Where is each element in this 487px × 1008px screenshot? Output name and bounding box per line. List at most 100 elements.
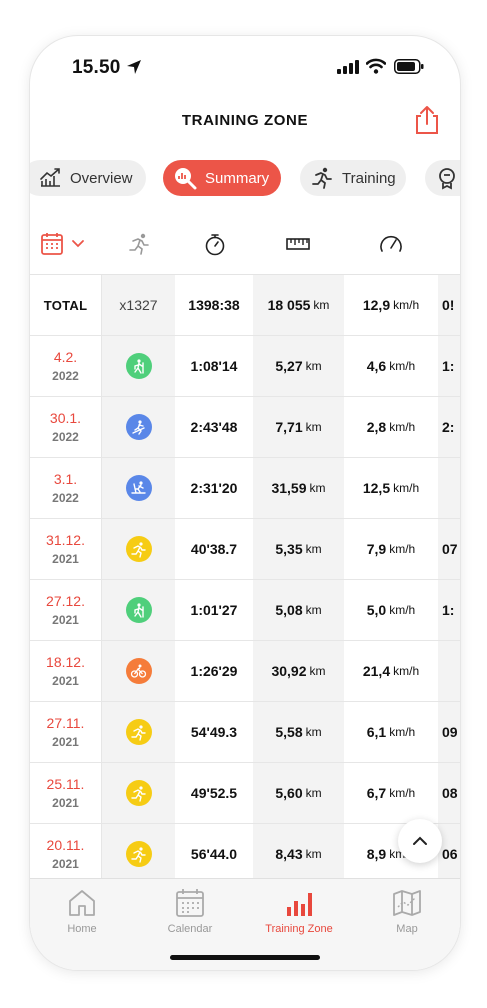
bottom-navigation: Home Calendar Training Zone Map (30, 878, 460, 970)
tab-training-label: Training (342, 169, 396, 187)
row-speed: 12,5 km/h (362, 480, 420, 496)
row-duration: 54'49.3 (190, 724, 238, 740)
status-bar: 15.50 (30, 36, 460, 100)
table-row[interactable]: 3.1. 2022 2:31'20 31,59 km 12,5 km/h (30, 458, 460, 519)
row-date: 30.1. 2022 (30, 397, 102, 457)
map-icon (393, 890, 421, 916)
row-activity (102, 336, 175, 396)
table-row[interactable]: 18.12. 2021 1:26'29 30,92 km 21,4 km/h (30, 641, 460, 702)
cycling-icon (125, 658, 152, 684)
table-row[interactable]: 31.12. 2021 40'38.7 5,35 km 7,9 km/h 07 (30, 519, 460, 580)
row-date: 31.12. 2021 (30, 519, 102, 579)
share-icon[interactable] (413, 105, 441, 135)
tab-overview-label: Overview (70, 169, 133, 187)
total-duration: 1398:38 (188, 297, 240, 313)
table-row[interactable]: 4.2. 2022 1:08'14 5,27 km 4,6 km/h 1: (30, 336, 460, 397)
row-distance: 31,59 km (253, 458, 344, 518)
row-speed: 2,8 km/h (366, 419, 416, 435)
total-distance: 18 055 km (253, 275, 344, 335)
table-row[interactable]: 25.11. 2021 49'52.5 5,60 km 6,7 km/h 08 (30, 763, 460, 824)
nav-home-label: Home (67, 923, 97, 935)
nav-map-label: Map (396, 923, 418, 935)
running-icon (125, 780, 152, 806)
tab-summary[interactable]: Summary (163, 160, 281, 196)
home-indicator (170, 955, 320, 960)
row-distance: 5,60 km (253, 763, 344, 823)
wifi-icon (366, 58, 386, 74)
nav-home[interactable]: Home (37, 887, 127, 935)
row-duration: 2:31'20 (190, 480, 238, 496)
total-count: x1327 (102, 275, 175, 335)
row-duration: 49'52.5 (190, 785, 238, 801)
row-date: 27.11. 2021 (30, 702, 102, 762)
row-activity (102, 580, 175, 640)
calendar-icon (176, 889, 204, 917)
row-distance: 5,58 km (253, 702, 344, 762)
row-activity (102, 763, 175, 823)
row-speed: 6,1 km/h (366, 724, 416, 740)
ruler-icon[interactable] (285, 231, 311, 257)
stopwatch-icon[interactable] (202, 231, 228, 257)
phone-frame: 15.50 TRAINING ZONE Overview Summary Tra… (30, 36, 460, 970)
row-date: 25.11. 2021 (30, 763, 102, 823)
calendar-icon[interactable] (40, 231, 66, 257)
table-row[interactable]: 20.11.2021 56'44.0 8,43km 8,9km/h 06 (30, 824, 460, 878)
column-header-icons (30, 226, 460, 260)
row-activity (102, 824, 175, 878)
row-date: 18.12. 2021 (30, 641, 102, 701)
total-row: TOTAL x1327 1398:38 18 055 km 12,9 km/h 0! (30, 275, 460, 336)
row-next-column: 06 (438, 824, 460, 878)
bar-chart-icon (287, 893, 312, 916)
skiing-icon (125, 414, 152, 440)
running-icon (125, 719, 152, 745)
row-date: 20.11. 2021 (30, 824, 102, 878)
chevron-down-icon[interactable] (70, 231, 86, 257)
row-speed: 5,0 km/h (366, 602, 416, 618)
medal-icon (439, 168, 455, 190)
total-speed: 12,9 km/h (362, 297, 420, 313)
table-row[interactable]: 30.1. 2022 2:43'48 7,71 km 2,8 km/h 2: (30, 397, 460, 458)
row-distance: 30,92 km (253, 641, 344, 701)
row-activity (102, 641, 175, 701)
row-next-column: 07 (438, 519, 460, 579)
row-date: 27.12. 2021 (30, 580, 102, 640)
row-next-column: 09 (438, 702, 460, 762)
row-activity (102, 458, 175, 518)
speedometer-icon[interactable] (378, 231, 404, 257)
page-title: TRAINING ZONE (181, 112, 309, 129)
nav-map[interactable]: Map (362, 887, 452, 935)
cross-country-skiing-icon (125, 475, 152, 501)
row-next-column (438, 641, 460, 701)
row-speed: 21,4 km/h (362, 663, 420, 679)
row-speed: 6,7 km/h (366, 785, 416, 801)
row-next-column: 08 (438, 763, 460, 823)
tab-summary-label: Summary (205, 169, 270, 187)
table-row[interactable]: 27.11. 2021 54'49.3 5,58 km 6,1 km/h 09 (30, 702, 460, 763)
scroll-to-top-button[interactable] (398, 819, 442, 863)
table-row[interactable]: 27.12. 2021 1:01'27 5,08 km 5,0 km/h 1: (30, 580, 460, 641)
cellular-signal-icon (337, 60, 359, 74)
row-activity (102, 702, 175, 762)
row-date: 3.1. 2022 (30, 458, 102, 518)
row-duration: 56'44.0 (190, 846, 238, 862)
nav-calendar[interactable]: Calendar (145, 887, 235, 935)
tab-more[interactable] (425, 160, 460, 196)
row-next-column: 1: (438, 580, 460, 640)
row-activity (102, 397, 175, 457)
runner-icon (312, 167, 332, 189)
row-speed: 7,9 km/h (366, 541, 416, 557)
location-arrow-icon (127, 60, 141, 74)
row-duration: 1:08'14 (190, 358, 238, 374)
total-next-column: 0! (438, 275, 460, 335)
runner-icon[interactable] (126, 231, 152, 257)
tab-training[interactable]: Training (300, 160, 406, 196)
nav-training-zone-label: Training Zone (265, 923, 333, 935)
tab-overview[interactable]: Overview (30, 160, 146, 196)
row-date: 4.2. 2022 (30, 336, 102, 396)
search-chart-icon (175, 168, 197, 190)
chart-line-icon (40, 168, 60, 187)
view-tabs: Overview Summary Training (30, 160, 460, 196)
nav-training-zone[interactable]: Training Zone (254, 887, 344, 935)
chevron-up-icon (413, 836, 427, 845)
row-next-column (438, 458, 460, 518)
